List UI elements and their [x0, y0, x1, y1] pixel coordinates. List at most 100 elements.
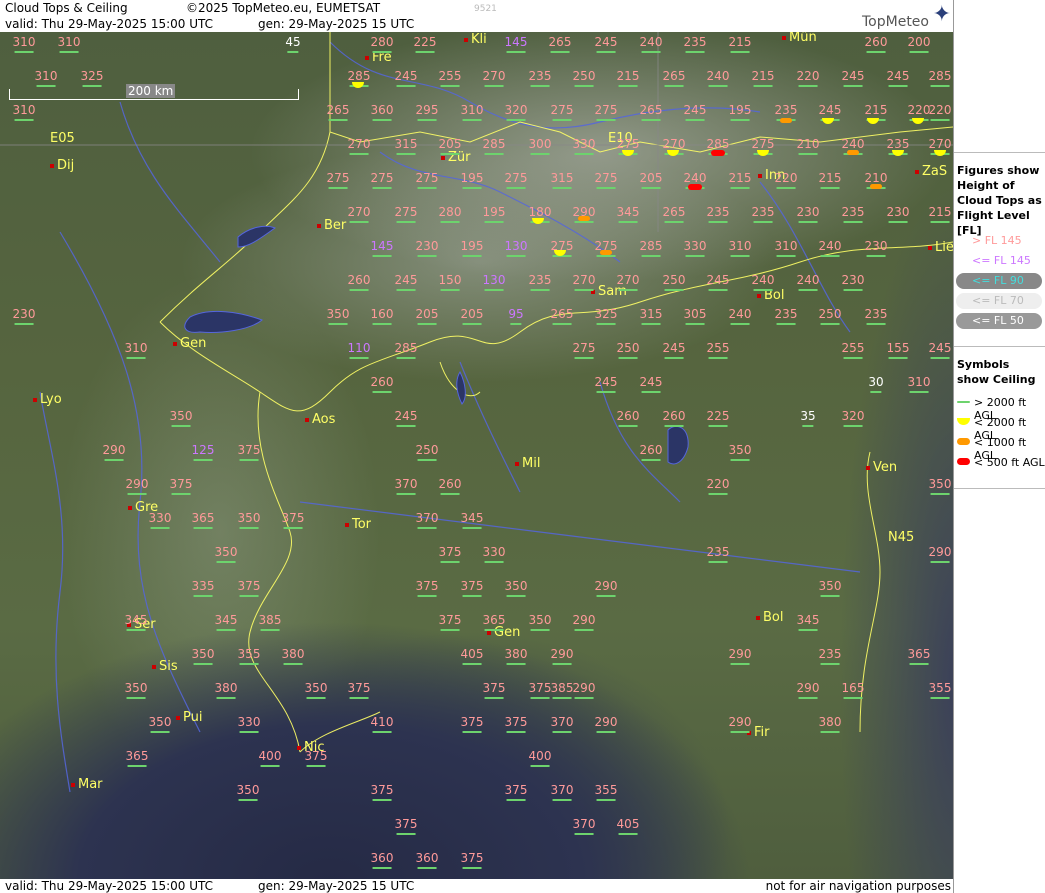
flight-level-label: 235 [841, 205, 865, 223]
flight-level-label: 250 [572, 69, 596, 87]
flight-level-label: 195 [728, 103, 752, 121]
flight-level-label: 265 [639, 103, 663, 121]
flight-level-label: 355 [594, 783, 618, 801]
flight-level-label: 250 [662, 273, 686, 291]
flight-level-label: 145 [370, 239, 394, 257]
flight-level-label: 290 [594, 715, 618, 733]
flight-level-label: 275 [572, 341, 596, 359]
legend-ceiling-swatch [957, 418, 970, 425]
flight-level-label: 260 [347, 273, 371, 291]
city-e05: E05 [50, 131, 75, 146]
flight-level-label: 275 [550, 103, 574, 121]
flight-level-label: 220 [907, 103, 931, 121]
city-mil: Mil [515, 456, 540, 471]
flight-level-label: 350 [728, 443, 752, 461]
flight-level-label: 310 [12, 35, 36, 53]
flight-level-label: 245 [394, 69, 418, 87]
flight-level-label: 375 [460, 715, 484, 733]
flight-level-label: 330 [148, 511, 172, 529]
flight-level-label: 270 [347, 205, 371, 223]
flight-level-label: 230 [864, 239, 888, 257]
flight-level-label: 130 [504, 239, 528, 257]
copyright-text: ©2025 TopMeteo.eu, EUMETSAT [186, 1, 381, 15]
flight-level-label: 240 [639, 35, 663, 53]
flight-level-label: 310 [124, 341, 148, 359]
flight-level-label: 310 [460, 103, 484, 121]
city-dij: Dij [50, 158, 74, 173]
flight-level-label: 375 [504, 715, 528, 733]
city-ber: Ber [317, 218, 346, 233]
flight-level-label: 245 [394, 409, 418, 427]
ceiling-below-1000-symbol [780, 118, 792, 123]
flight-level-label: 270 [347, 137, 371, 155]
flight-level-label: 375 [460, 851, 484, 869]
flight-level-label: 230 [886, 205, 910, 223]
flight-level-label: 310 [907, 375, 931, 393]
flight-level-label: 230 [841, 273, 865, 291]
flight-level-label: 225 [706, 409, 730, 427]
flight-level-label: 245 [594, 35, 618, 53]
flight-level-label: 220 [928, 103, 952, 121]
flight-level-label: 290 [125, 477, 149, 495]
flight-level-label: 375 [460, 579, 484, 597]
flight-level-label: 375 [237, 579, 261, 597]
flight-level-label: 375 [438, 545, 462, 563]
legend-ceiling-swatch [957, 458, 970, 465]
legend-flight-level-item: <= FL 90 [954, 273, 1045, 291]
flight-level-label: 345 [124, 613, 148, 631]
legend-panel: Figures show Height of Cloud Tops as Fli… [953, 0, 1045, 893]
flight-level-label: 270 [482, 69, 506, 87]
flight-level-label: 245 [818, 103, 842, 121]
flight-level-label: 310 [57, 35, 81, 53]
legend-ceiling-item: < 1000 ft AGL [954, 435, 1045, 462]
flight-level-label: 230 [415, 239, 439, 257]
satellite-map[interactable]: 200 km Fre Kli Mün Zür Dij Ber Inn ZaS Lie Sam Bol… [0, 32, 953, 879]
flight-level-label: 375 [482, 681, 506, 699]
footer-valid-time: valid: Thu 29-May-2025 15:00 UTC [5, 879, 214, 893]
flight-level-label: 235 [774, 307, 798, 325]
flight-level-label: 215 [616, 69, 640, 87]
flight-level-label: 245 [594, 375, 618, 393]
flight-level-label: 235 [774, 103, 798, 121]
flight-level-label: 370 [572, 817, 596, 835]
flight-level-label: 375 [304, 749, 328, 767]
flight-level-label: 305 [683, 307, 707, 325]
flight-level-label: 350 [504, 579, 528, 597]
flight-level-label: 235 [864, 307, 888, 325]
flight-level-label: 360 [415, 851, 439, 869]
flight-level-label: 280 [370, 35, 394, 53]
flight-level-label: 350 [304, 681, 328, 699]
flight-level-label: 380 [281, 647, 305, 665]
flight-level-label: 310 [34, 69, 58, 87]
legend-title-flight-level: Figures show Height of Cloud Tops as Fli… [957, 164, 1042, 237]
flight-level-label: 265 [662, 205, 686, 223]
flight-level-label: 205 [639, 171, 663, 189]
flight-level-label: 245 [886, 69, 910, 87]
flight-level-label: 345 [796, 613, 820, 631]
flight-level-label: 290 [796, 681, 820, 699]
flight-level-label: 260 [864, 35, 888, 53]
generated-time: gen: 29-May-2025 15 UTC [258, 17, 415, 31]
flight-level-label: 205 [415, 307, 439, 325]
flight-level-label: 300 [528, 137, 552, 155]
flight-level-label: 220 [796, 69, 820, 87]
legend-title-ceiling: Symbols show Ceiling [957, 358, 1036, 386]
flight-level-label: 380 [214, 681, 238, 699]
flight-level-label: 275 [326, 171, 350, 189]
flight-level-label: 360 [370, 851, 394, 869]
image-code: 9521 [474, 4, 497, 14]
flight-level-label: 350 [236, 783, 260, 801]
flight-level-label: 150 [438, 273, 462, 291]
flight-level-label: 45 [285, 35, 301, 53]
flight-level-label: 275 [394, 205, 418, 223]
flight-level-label: 260 [616, 409, 640, 427]
flight-level-label: 240 [796, 273, 820, 291]
flight-level-label: 350 [237, 511, 261, 529]
flight-level-label: 215 [818, 171, 842, 189]
flight-level-label: 375 [438, 613, 462, 631]
flight-level-label: 410 [370, 715, 394, 733]
flight-level-label: 245 [394, 273, 418, 291]
flight-level-label: 360 [370, 103, 394, 121]
flight-level-label: 260 [639, 443, 663, 461]
ceiling-below-500-symbol [688, 184, 702, 190]
